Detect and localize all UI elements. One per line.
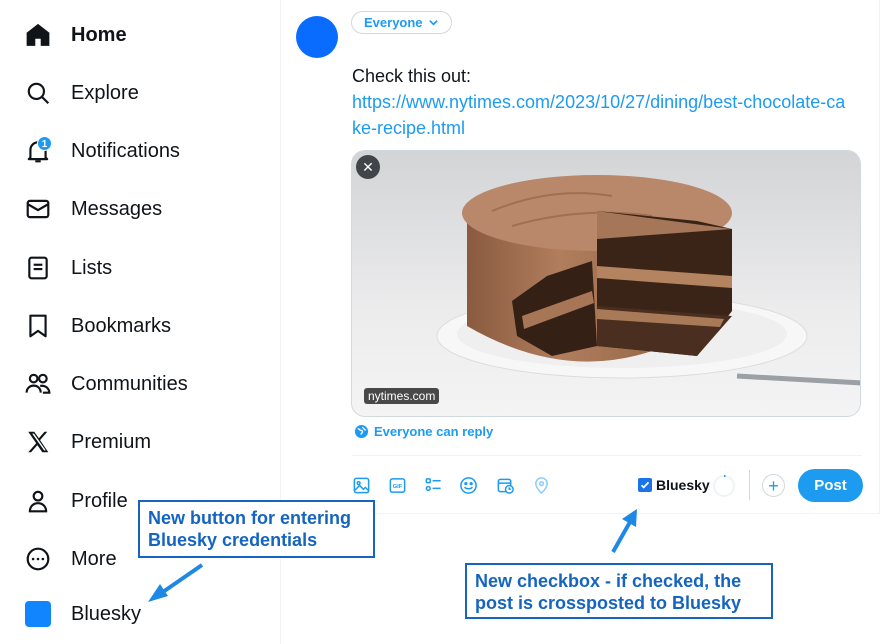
sidebar-item-label: Lists <box>71 256 113 279</box>
sidebar-item-more[interactable]: More <box>22 539 117 579</box>
sidebar-item-explore[interactable]: Explore <box>22 73 139 113</box>
annotation-bluesky-button: New button for entering Bluesky credenti… <box>138 500 375 558</box>
location-icon <box>534 476 548 494</box>
post-button[interactable]: Post <box>798 469 863 502</box>
checkbox-box[interactable] <box>638 478 652 492</box>
svg-text:GIF: GIF <box>392 484 402 490</box>
bluesky-checkbox-label: Bluesky <box>656 477 710 493</box>
compose-text[interactable]: Check this out: <box>352 63 852 89</box>
compose-divider <box>352 455 862 456</box>
image-icon <box>353 477 369 493</box>
add-thread-button[interactable]: + <box>762 474 785 497</box>
sidebar-item-bookmarks[interactable]: Bookmarks <box>22 306 171 346</box>
more-circle-icon <box>22 543 54 575</box>
character-count-ring <box>713 475 735 497</box>
attached-media: ✕ nytimes.com <box>351 150 861 417</box>
schedule-icon <box>497 478 514 494</box>
checkmark-icon <box>640 481 650 489</box>
poll-icon <box>425 477 441 491</box>
globe-icon <box>354 424 369 439</box>
reply-setting-label: Everyone can reply <box>374 424 494 439</box>
add-poll-button[interactable] <box>423 475 443 495</box>
annotation-bluesky-checkbox: New checkbox - if checked, the post is c… <box>465 563 773 619</box>
close-icon: ✕ <box>362 158 374 175</box>
sidebar-item-label: Bookmarks <box>71 314 172 337</box>
plus-icon: + <box>768 475 779 496</box>
sidebar-item-lists[interactable]: Lists <box>22 248 112 288</box>
list-icon <box>22 252 54 284</box>
bluesky-crosspost-checkbox[interactable]: Bluesky <box>638 477 710 493</box>
sidebar-item-label: Premium <box>71 430 152 453</box>
remove-media-button[interactable]: ✕ <box>356 155 380 179</box>
sidebar-item-label: Communities <box>71 372 188 395</box>
sidebar-item-home[interactable]: Home <box>22 15 127 55</box>
audience-selector[interactable]: Everyone <box>351 11 452 34</box>
sidebar-item-bluesky[interactable]: Bluesky <box>22 594 141 634</box>
bluesky-square-icon <box>22 598 54 630</box>
add-image-button[interactable] <box>351 475 371 495</box>
sidebar-item-profile[interactable]: Profile <box>22 481 128 521</box>
sidebar-item-label: Messages <box>71 197 163 220</box>
gif-icon: GIF <box>389 477 405 493</box>
home-icon <box>22 19 54 51</box>
reply-setting-button[interactable]: Everyone can reply <box>354 424 493 439</box>
bell-icon: 1 <box>22 135 54 167</box>
sidebar-item-label: Explore <box>71 81 139 104</box>
sidebar-item-messages[interactable]: Messages <box>22 189 162 229</box>
schedule-post-button[interactable] <box>495 475 515 495</box>
audience-label: Everyone <box>364 15 423 30</box>
cake-image <box>352 151 860 416</box>
add-location-button[interactable] <box>531 475 551 495</box>
sidebar-item-notifications[interactable]: 1 Notifications <box>22 131 180 171</box>
sidebar-item-premium[interactable]: Premium <box>22 422 151 462</box>
search-icon <box>22 77 54 109</box>
media-source-label: nytimes.com <box>364 388 440 404</box>
sidebar-item-label: Notifications <box>71 139 180 162</box>
toolbar-separator <box>749 470 750 500</box>
notification-count-badge: 1 <box>37 136 52 151</box>
person-icon <box>22 485 54 517</box>
sidebar-item-label: Home <box>71 23 127 46</box>
arrow-to-bluesky-checkbox <box>611 509 637 553</box>
sidebar-item-label: More <box>71 547 117 570</box>
chevron-down-icon <box>428 20 438 26</box>
sidebar-item-communities[interactable]: Communities <box>22 364 188 404</box>
compose-link[interactable]: https://www.nytimes.com/2023/10/27/dinin… <box>352 89 852 141</box>
avatar[interactable] <box>296 16 338 58</box>
x-logo-icon <box>22 426 54 458</box>
sidebar-item-label: Bluesky <box>71 602 142 625</box>
add-gif-button[interactable]: GIF <box>387 475 407 495</box>
envelope-icon <box>22 193 54 225</box>
people-icon <box>22 368 54 400</box>
emoji-icon <box>459 476 477 494</box>
add-emoji-button[interactable] <box>458 475 478 495</box>
sidebar-item-label: Profile <box>71 489 128 512</box>
bookmark-icon <box>22 310 54 342</box>
